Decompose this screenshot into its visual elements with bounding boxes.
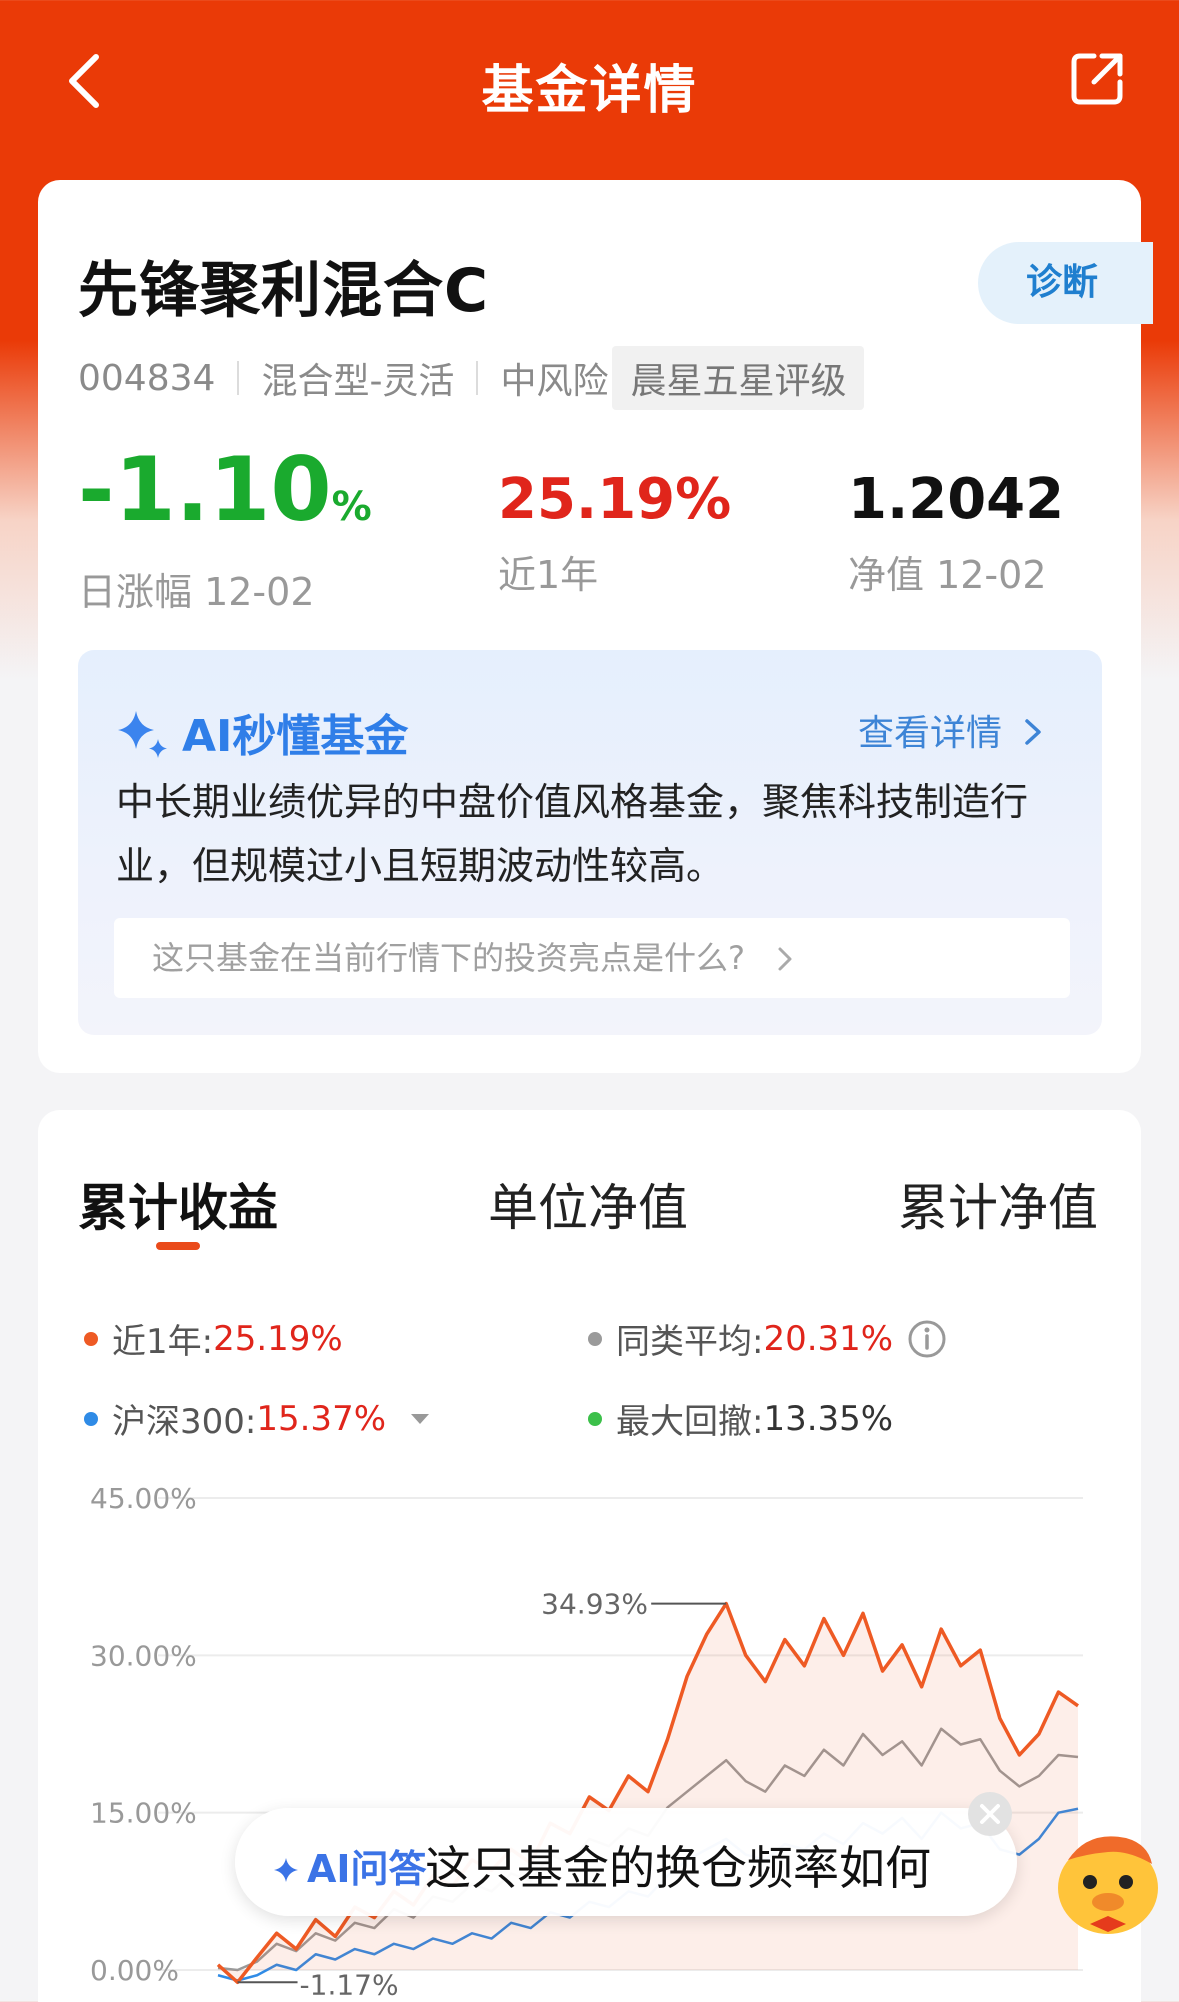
year-return-stat: 25.19% 近1年 [498, 462, 731, 599]
sparkle-icon [118, 711, 167, 758]
daily-change-value: -1.10% [78, 438, 372, 541]
chevron-right-icon [1025, 719, 1042, 745]
nav-label: 净值 12-02 [848, 553, 1047, 597]
duck-mascot-icon [1058, 1836, 1158, 1934]
close-icon [980, 1804, 1000, 1824]
fund-rating-badge: 晨星五星评级 [612, 346, 865, 410]
fund-info-card: 先锋聚利混合C 诊断 004834 混合型-灵活 中风险 晨星五星评级 -1.1… [38, 180, 1153, 1073]
ai-suggested-question[interactable]: 这只基金在当前行情下的投资亮点是什么? [114, 918, 1070, 998]
diagnose-button[interactable]: 诊断 [978, 242, 1153, 324]
fund-code: 004834 [78, 357, 216, 399]
share-button[interactable] [1068, 50, 1126, 108]
y-tick-label: 30.00% [90, 1639, 197, 1672]
year-return-label: 近1年 [498, 553, 599, 597]
page-title: 基金详情 [481, 61, 698, 121]
daily-change-label: 日涨幅 12-02 [78, 570, 315, 614]
ai-qa-floating-bar[interactable]: AI问答 这只基金的换仓频率如何 [235, 1808, 1017, 1916]
sparkle-icon [274, 1858, 298, 1882]
ai-qa-question: 这只基金的换仓频率如何 [425, 1841, 931, 1895]
divider [237, 361, 240, 395]
y-tick-label: 15.00% [90, 1797, 197, 1830]
share-icon [1071, 53, 1123, 105]
ai-summary-text: 中长期业绩优异的中盘价值风格基金，聚焦科技制造行业，但规模过小且短期波动性较高。 [116, 780, 1029, 888]
y-tick-label: 45.00% [90, 1482, 197, 1515]
view-details-link[interactable]: 查看详情 [858, 704, 1045, 756]
fund-tags: 004834 混合型-灵活 中风险 晨星五星评级 [78, 346, 865, 410]
fund-type: 混合型-灵活 [261, 361, 455, 402]
nav-stat: 1.2042 净值 12-02 [848, 462, 1064, 599]
daily-change-stat: -1.10% 日涨幅 12-02 [78, 442, 372, 616]
divider [476, 361, 479, 395]
y-tick-label: 0.00% [90, 1954, 179, 1987]
close-ai-bar-button[interactable] [968, 1792, 1012, 1836]
chevron-right-icon [778, 947, 792, 971]
top-bar: 基金详情 [0, 0, 1179, 170]
fund-risk: 中风险 [500, 361, 609, 402]
year-return-value: 25.19% [498, 467, 732, 532]
ai-qa-tag: AI问答 [273, 1838, 427, 1893]
max-annotation-label: 34.93% [541, 1588, 648, 1621]
ai-summary-title: AI秒懂基金 [182, 711, 409, 762]
min-annotation-label: -1.17% [300, 1968, 399, 2001]
fund-name: 先锋聚利混合C [78, 256, 490, 326]
nav-value: 1.2042 [848, 467, 1065, 532]
ai-summary-box: AI秒懂基金 查看详情 中长期业绩优异的中盘价值风格基金，聚焦科技制造行业，但规… [78, 650, 1102, 1035]
assistant-mascot[interactable] [1048, 1820, 1166, 1940]
